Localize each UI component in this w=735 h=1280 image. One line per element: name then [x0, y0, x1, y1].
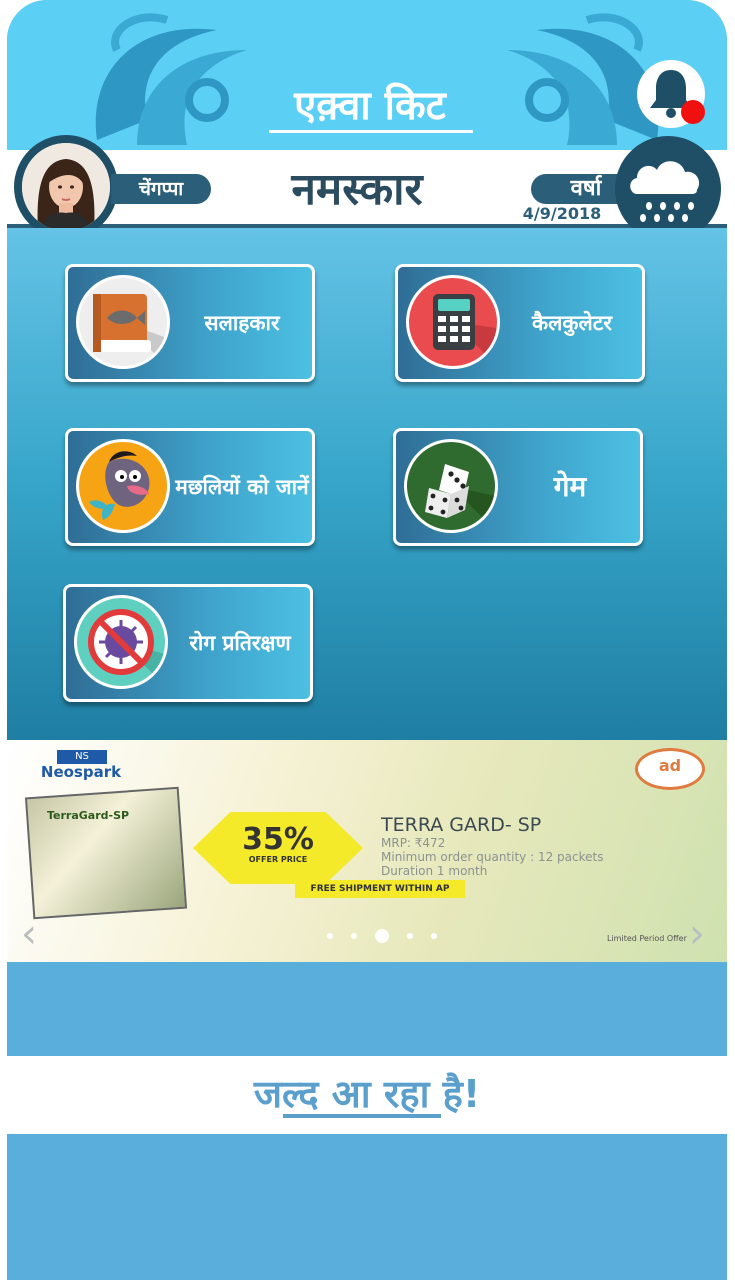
menu-tile-advisor[interactable]: सलाहकार	[65, 264, 315, 382]
user-name: चेंगप्पा	[111, 174, 211, 204]
ad-banner[interactable]: NS Neospark TerraGard-SP 35% OFFER PRICE…	[7, 740, 727, 962]
ad-brand: NS Neospark	[35, 750, 127, 780]
product-duration: Duration 1 month	[381, 864, 488, 878]
menu-tile-label: सलाहकार	[204, 311, 280, 335]
fish-book-icon	[76, 275, 170, 369]
product-packet-label: TerraGard-SP	[47, 809, 130, 822]
decorative-swirl-left	[95, 13, 247, 145]
calculator-icon	[406, 275, 500, 369]
offer-subtitle: OFFER PRICE	[248, 855, 308, 864]
app-screen: एक़्वा किट चेंगप्पा नमस्कार वर्षा 4/9/20…	[7, 0, 727, 1280]
coming-soon-underline	[283, 1114, 441, 1118]
carousel-dot[interactable]	[431, 933, 437, 939]
menu-tile-know-fish[interactable]: मछलियों को जानें	[65, 428, 315, 546]
chevron-right-icon[interactable]: ›	[689, 914, 705, 954]
shipping-strip: FREE SHIPMENT WITHIN AP	[295, 880, 465, 898]
offer-percent: 35%	[242, 822, 314, 857]
no-virus-icon	[74, 595, 168, 689]
carousel-dot[interactable]	[327, 933, 333, 939]
fish-character-icon	[76, 439, 170, 533]
limited-offer-text: Limited Period Offer	[607, 934, 687, 943]
product-title: TERRA GARD- SP	[381, 814, 542, 836]
product-min-order: Minimum order quantity : 12 packets	[381, 850, 604, 864]
avatar[interactable]	[22, 143, 110, 231]
ad-brand-name: Neospark	[40, 763, 122, 781]
menu-tile-label: गेम	[553, 470, 587, 503]
menu-tile-label: रोग प्रतिरक्षण	[189, 631, 291, 655]
carousel-dot-active[interactable]	[375, 929, 389, 943]
coming-soon-text: जल्द आ रहा है!	[253, 1072, 481, 1116]
chevron-left-icon[interactable]: ‹	[21, 914, 37, 954]
title-underline	[269, 130, 473, 133]
dice-icon	[404, 439, 498, 533]
ad-badge: ad	[635, 748, 705, 790]
app-title: एक़्वा किट	[294, 83, 446, 129]
menu-tile-label: मछलियों को जानें	[175, 475, 309, 499]
weather-button[interactable]	[615, 136, 721, 242]
carousel-dots	[327, 928, 437, 944]
menu-tile-game[interactable]: गेम	[393, 428, 643, 546]
menu-tile-immunization[interactable]: रोग प्रतिरक्षण	[63, 584, 313, 702]
date-text: 4/9/2018	[522, 204, 602, 223]
greeting-text: नमस्कार	[291, 164, 423, 215]
menu-tile-calculator[interactable]: कैलकुलेटर	[395, 264, 645, 382]
header: एक़्वा किट	[7, 0, 727, 150]
product-mrp: MRP: ₹472	[381, 836, 446, 850]
menu-grid: सलाहकार कैलकुलेटर मछलियों को जानें गेम र…	[7, 228, 727, 740]
ad-brand-logo: NS	[57, 750, 107, 764]
carousel-dot[interactable]	[407, 933, 413, 939]
menu-tile-label: कैलकुलेटर	[532, 311, 612, 335]
notification-dot	[681, 100, 705, 124]
rain-cloud-icon	[630, 161, 700, 222]
product-image	[24, 786, 188, 920]
profile-photo	[22, 143, 110, 231]
carousel-dot[interactable]	[351, 933, 357, 939]
